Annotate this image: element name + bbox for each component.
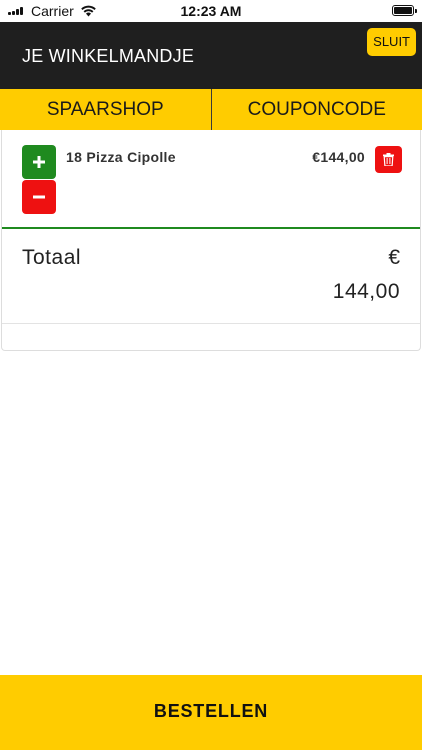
tab-spaarshop[interactable]: SPAARSHOP	[0, 89, 211, 130]
decrease-quantity-button[interactable]	[22, 180, 56, 214]
order-button[interactable]: BESTELLEN	[0, 675, 422, 750]
plus-icon	[33, 156, 45, 168]
close-button[interactable]: SLUIT	[367, 28, 416, 56]
page-title: JE WINKELMANDJE	[22, 46, 195, 66]
total-section: Totaal € 144,00	[2, 229, 420, 324]
tab-couponcode[interactable]: COUPONCODE	[210, 89, 422, 130]
tab-bar: SPAARSHOP COUPONCODE	[0, 89, 422, 130]
status-time: 12:23 AM	[180, 3, 242, 19]
header-bar: JE WINKELMANDJE SLUIT	[0, 22, 422, 89]
cart-item: 18 Pizza Cipolle €144,00	[2, 130, 420, 229]
cart-panel: 18 Pizza Cipolle €144,00 Totaal € 144,00	[1, 130, 421, 351]
delete-item-button[interactable]	[375, 146, 402, 173]
trash-icon	[383, 153, 394, 166]
total-label: Totaal	[22, 246, 82, 269]
total-value: 144,00	[332, 280, 400, 303]
total-currency: €	[388, 246, 400, 269]
status-bar: Carrier 12:23 AM	[0, 0, 422, 22]
cart-item-price: €144,00	[312, 149, 365, 165]
increase-quantity-button[interactable]	[22, 145, 56, 179]
battery-icon	[392, 5, 417, 16]
minus-icon	[33, 195, 45, 199]
cart-item-name: 18 Pizza Cipolle	[66, 149, 176, 165]
